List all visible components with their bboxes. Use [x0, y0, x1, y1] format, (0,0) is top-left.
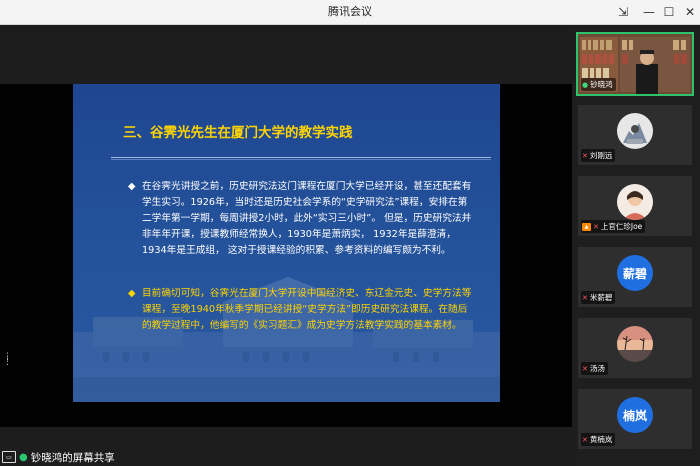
participant-name: 上官仁珍Joe: [600, 222, 643, 231]
pin-icon[interactable]: ⇲: [610, 0, 636, 24]
participant-avatar: [617, 326, 653, 362]
participant-avatar: [617, 113, 653, 149]
user-icon: ▲: [582, 222, 591, 231]
participant-name-tag: ✕ 汤汤: [581, 362, 608, 375]
bullet-text-2-courses: 中国经济史、东辽金元史、史学方法: [306, 288, 462, 299]
bullet-text-2-part1: 目前确切可知，谷霁光在厦门大学开设: [142, 288, 307, 299]
participant-name: 钞晓鸿: [590, 80, 613, 89]
window-title-bar: 腾讯会议 ⇲ — ☐ ✕: [0, 0, 700, 25]
participant-name-tag: ✕ 米薪碧: [581, 291, 616, 304]
diamond-bullet-icon: ◆: [128, 181, 136, 192]
microphone-muted-icon: ✕: [582, 293, 588, 302]
window-title: 腾讯会议: [328, 5, 372, 18]
microphone-icon: ●: [582, 80, 589, 89]
microphone-icon: ●: [19, 451, 28, 463]
participant-name-tag: ✕ 刘刚远: [581, 149, 616, 162]
participant-tile[interactable]: 楠岚 ✕ 黄楠岚: [578, 389, 692, 449]
title-divider-shadow: [111, 159, 491, 160]
diamond-bullet-icon: ◆: [128, 288, 136, 299]
participant-name-tag: ▲ ✕ 上官仁珍Joe: [581, 220, 646, 233]
microphone-muted-icon: ✕: [582, 151, 588, 160]
screen-share-label: 钞晓鸿的屏幕共享: [30, 451, 115, 464]
screen-share-status: ▭ ● 钞晓鸿的屏幕共享: [2, 448, 115, 466]
slide-title: 三、谷霁光先生在厦门大学的教学实践: [123, 125, 353, 141]
participant-tile[interactable]: ● 钞晓鸿: [576, 32, 694, 96]
participant-avatar-text: 薪碧: [617, 255, 653, 291]
toolbar-handle-icon[interactable]: ⋮ ⋮: [3, 353, 17, 373]
participants-panel: ● 钞晓鸿 ✕ 刘刚远 ▲ ✕ 上官仁珍Joe 薪碧 ✕ 米薪碧 ✕ 汤汤 楠岚…: [572, 25, 700, 466]
participant-name: 刘刚远: [589, 151, 613, 160]
participant-avatar-text: 楠岚: [617, 397, 653, 433]
participant-tile[interactable]: ✕ 刘刚远: [578, 105, 692, 165]
presentation-slide: 三、谷霁光先生在厦门大学的教学实践 ◆ 在谷霁光讲授之前，历史研究法这门课程在厦…: [73, 84, 500, 402]
title-divider: [111, 157, 491, 158]
participant-name-tag: ● 钞晓鸿: [581, 78, 616, 91]
microphone-muted-icon: ✕: [593, 222, 599, 231]
participant-name: 汤汤: [589, 364, 605, 373]
microphone-muted-icon: ✕: [582, 364, 588, 373]
participant-avatar: [617, 184, 653, 220]
microphone-muted-icon: ✕: [582, 435, 588, 444]
screen-share-icon: ▭: [2, 451, 16, 463]
participant-tile[interactable]: 薪碧 ✕ 米薪碧: [578, 247, 692, 307]
participant-name: 米薪碧: [589, 293, 613, 302]
participant-tile[interactable]: ✕ 汤汤: [578, 318, 692, 378]
participant-name-tag: ✕ 黄楠岚: [581, 433, 616, 446]
bullet-text-1: 在谷霁光讲授之前，历史研究法这门课程在厦门大学已经开设，甚至还配套有学生实习。1…: [142, 181, 472, 256]
bullet-text-2: 目前确切可知，谷霁光在厦门大学开设中国经济史、东辽金元史、史学方法等课程，至晚1…: [142, 286, 472, 334]
participant-name: 黄楠岚: [589, 435, 613, 444]
close-button[interactable]: ✕: [677, 0, 700, 24]
bullet-text-2-method: 史学方法: [307, 304, 347, 315]
participant-tile[interactable]: ▲ ✕ 上官仁珍Joe: [578, 176, 692, 236]
